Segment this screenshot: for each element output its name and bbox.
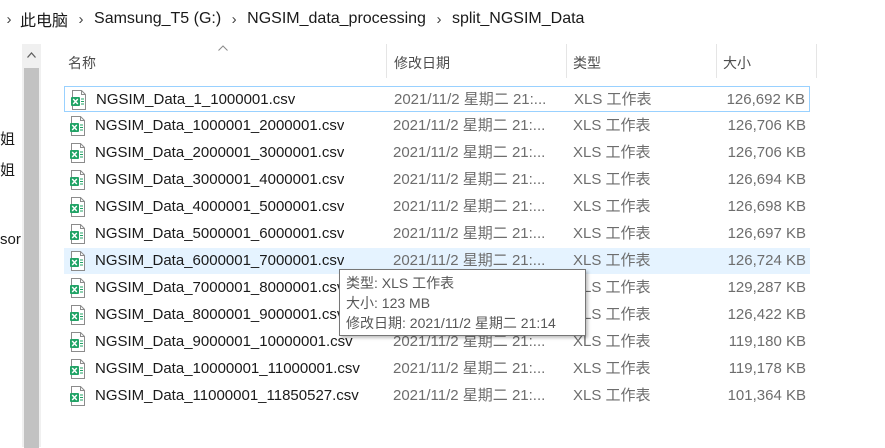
file-name: NGSIM_Data_6000001_7000001.csv — [95, 252, 345, 269]
file-name: NGSIM_Data_11000001_11850527.csv — [95, 387, 359, 404]
scroll-up-arrow-icon[interactable] — [22, 44, 41, 66]
address-bar[interactable]: › 此电脑 › Samsung_T5 (G:) › NGSIM_data_pro… — [0, 0, 885, 38]
file-modified-date: 2021/11/2 星期二 21:... — [393, 360, 546, 377]
file-type: XLS 工作表 — [574, 91, 652, 108]
excel-csv-file-icon — [70, 116, 86, 136]
chevron-right-icon[interactable]: › — [0, 11, 18, 28]
file-type: XLS 工作表 — [573, 117, 651, 134]
chevron-right-icon[interactable]: › — [70, 11, 92, 28]
excel-csv-file-icon — [70, 278, 86, 298]
tooltip-size: 大小: 123 MB — [346, 295, 431, 311]
file-row[interactable]: NGSIM_Data_10000001_11000001.csv 2021/11/… — [64, 356, 810, 382]
file-size: 126,698 KB — [727, 198, 806, 215]
file-name: NGSIM_Data_7000001_8000001.csv — [95, 279, 345, 296]
column-divider[interactable] — [816, 44, 817, 78]
file-type: XLS 工作表 — [573, 144, 651, 161]
file-name: NGSIM_Data_4000001_5000001.csv — [95, 198, 345, 215]
file-row[interactable]: NGSIM_Data_3000001_4000001.csv 2021/11/2 … — [64, 167, 810, 193]
file-modified-date: 2021/11/2 星期二 21:... — [393, 171, 546, 188]
excel-csv-file-icon — [71, 90, 87, 110]
file-row[interactable]: NGSIM_Data_1000001_2000001.csv 2021/11/2 … — [64, 113, 810, 139]
file-size: 126,706 KB — [727, 117, 806, 134]
excel-csv-file-icon — [70, 305, 86, 325]
file-modified-date: 2021/11/2 星期二 21:... — [393, 198, 546, 215]
file-name: NGSIM_Data_5000001_6000001.csv — [95, 225, 345, 242]
column-header-type[interactable]: 类型 — [567, 48, 716, 78]
file-name: NGSIM_Data_2000001_3000001.csv — [95, 144, 345, 161]
excel-csv-file-icon — [70, 143, 86, 163]
file-size: 119,178 KB — [728, 360, 806, 377]
file-name: NGSIM_Data_10000001_11000001.csv — [95, 360, 360, 377]
excel-csv-file-icon — [70, 386, 86, 406]
file-name: NGSIM_Data_1000001_2000001.csv — [95, 117, 345, 134]
file-name: NGSIM_Data_9000001_10000001.csv — [95, 333, 353, 350]
excel-csv-file-icon — [70, 359, 86, 379]
file-size: 126,724 KB — [727, 252, 806, 269]
file-modified-date: 2021/11/2 星期二 21:... — [393, 117, 546, 134]
nav-item[interactable]: 姐 — [0, 128, 15, 149]
chevron-right-icon[interactable]: › — [428, 11, 450, 28]
file-name: NGSIM_Data_8000001_9000001.csv — [95, 306, 345, 323]
file-size: 126,692 KB — [726, 91, 805, 108]
navigation-pane: 姐 姐 sor — [0, 38, 22, 447]
file-name: NGSIM_Data_3000001_4000001.csv — [95, 171, 345, 188]
breadcrumb-item-folder[interactable]: NGSIM_data_processing — [245, 10, 428, 28]
excel-csv-file-icon — [70, 251, 86, 271]
tooltip-type: 类型: XLS 工作表 — [346, 275, 455, 291]
breadcrumb-item-current-folder[interactable]: split_NGSIM_Data — [450, 10, 587, 28]
file-type: XLS 工作表 — [573, 198, 651, 215]
excel-csv-file-icon — [70, 170, 86, 190]
file-modified-date: 2021/11/2 星期二 21:... — [393, 387, 546, 404]
file-size: 126,694 KB — [727, 171, 806, 188]
column-divider[interactable] — [386, 44, 387, 78]
nav-item[interactable]: 姐 — [0, 159, 15, 180]
file-size: 126,422 KB — [727, 306, 806, 323]
column-header-name[interactable]: 名称 — [62, 48, 386, 78]
excel-csv-file-icon — [70, 197, 86, 217]
file-modified-date: 2021/11/2 星期二 21:... — [393, 144, 546, 161]
file-size: 119,180 KB — [728, 333, 806, 350]
file-row[interactable]: NGSIM_Data_11000001_11850527.csv 2021/11/… — [64, 383, 810, 409]
file-type: XLS 工作表 — [573, 360, 651, 377]
file-info-tooltip: 类型: XLS 工作表 大小: 123 MB 修改日期: 2021/11/2 星… — [339, 269, 586, 336]
file-size: 126,706 KB — [727, 144, 806, 161]
file-size: 101,364 KB — [727, 387, 806, 404]
excel-csv-file-icon — [70, 332, 86, 352]
nav-item[interactable]: sor — [0, 231, 21, 248]
chevron-right-icon[interactable]: › — [223, 11, 245, 28]
file-name: NGSIM_Data_1_1000001.csv — [96, 91, 296, 108]
file-modified-date: 2021/11/2 星期二 21:... — [393, 225, 546, 242]
column-header-size[interactable]: 大小 — [717, 48, 816, 78]
file-row[interactable]: NGSIM_Data_4000001_5000001.csv 2021/11/2 … — [64, 194, 810, 220]
file-size: 129,287 KB — [727, 279, 806, 296]
file-type: XLS 工作表 — [573, 171, 651, 188]
breadcrumb-item-drive[interactable]: Samsung_T5 (G:) — [92, 10, 223, 28]
nav-scrollbar[interactable] — [22, 44, 41, 448]
file-modified-date: 2021/11/2 星期二 21:... — [394, 91, 547, 108]
file-type: XLS 工作表 — [573, 387, 651, 404]
file-size: 126,697 KB — [727, 225, 806, 242]
column-header-date[interactable]: 修改日期 — [388, 48, 566, 78]
excel-csv-file-icon — [70, 224, 86, 244]
breadcrumb-item-this-pc[interactable]: 此电脑 — [18, 7, 70, 31]
file-row[interactable]: NGSIM_Data_2000001_3000001.csv 2021/11/2 … — [64, 140, 810, 166]
file-type: XLS 工作表 — [573, 225, 651, 242]
scroll-thumb[interactable] — [24, 68, 39, 448]
file-row[interactable]: NGSIM_Data_5000001_6000001.csv 2021/11/2 … — [64, 221, 810, 247]
breadcrumb: › 此电脑 › Samsung_T5 (G:) › NGSIM_data_pro… — [0, 0, 586, 38]
file-row[interactable]: NGSIM_Data_1_1000001.csv 2021/11/2 星期二 21… — [64, 86, 810, 112]
tooltip-modified-date: 修改日期: 2021/11/2 星期二 21:14 — [346, 315, 556, 331]
